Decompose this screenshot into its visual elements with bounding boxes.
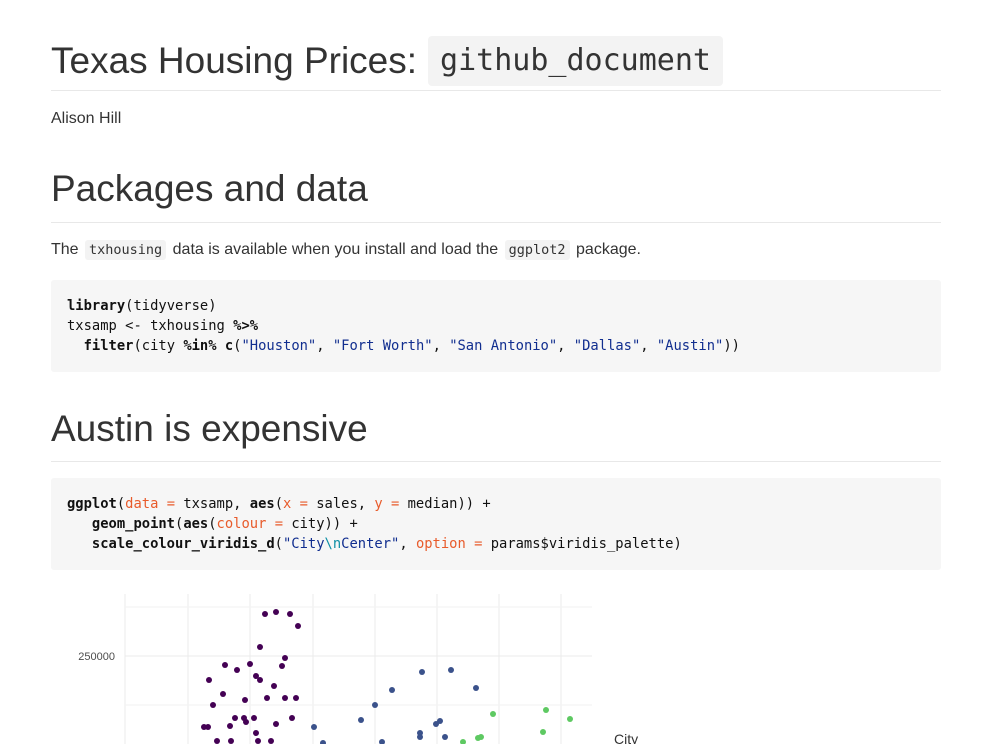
data-point bbox=[372, 702, 378, 708]
data-point bbox=[293, 695, 299, 701]
data-point bbox=[243, 719, 249, 725]
data-point bbox=[234, 667, 240, 673]
data-point bbox=[228, 738, 234, 744]
data-point bbox=[232, 715, 238, 721]
data-point bbox=[417, 734, 423, 740]
data-point bbox=[264, 695, 270, 701]
data-point bbox=[540, 729, 546, 735]
data-point bbox=[358, 717, 364, 723]
data-point bbox=[206, 677, 212, 683]
data-point bbox=[379, 739, 385, 744]
points-layer bbox=[201, 609, 573, 744]
data-point bbox=[311, 724, 317, 730]
data-point bbox=[262, 611, 268, 617]
data-point bbox=[242, 697, 248, 703]
data-point bbox=[490, 711, 496, 717]
data-point bbox=[442, 734, 448, 740]
data-point bbox=[289, 715, 295, 721]
data-point bbox=[222, 662, 228, 668]
data-point bbox=[255, 738, 261, 744]
data-point bbox=[227, 723, 233, 729]
data-point bbox=[567, 716, 573, 722]
data-point bbox=[214, 738, 220, 744]
data-point bbox=[251, 715, 257, 721]
data-point bbox=[279, 663, 285, 669]
data-point bbox=[271, 683, 277, 689]
data-point bbox=[205, 724, 211, 730]
data-point bbox=[295, 623, 301, 629]
scatter-plot: 250000 City bbox=[78, 594, 638, 744]
data-point bbox=[460, 739, 466, 744]
data-point bbox=[247, 661, 253, 667]
data-point bbox=[210, 702, 216, 708]
data-point bbox=[320, 740, 326, 744]
y-tick-label: 250000 bbox=[78, 651, 115, 663]
data-point bbox=[253, 730, 259, 736]
legend-title: City bbox=[614, 731, 638, 744]
data-point bbox=[257, 644, 263, 650]
data-point bbox=[389, 687, 395, 693]
data-point bbox=[220, 691, 226, 697]
data-point bbox=[543, 707, 549, 713]
data-point bbox=[473, 685, 479, 691]
data-point bbox=[478, 734, 484, 740]
data-point bbox=[419, 669, 425, 675]
data-point bbox=[273, 609, 279, 615]
data-point bbox=[282, 655, 288, 661]
data-point bbox=[287, 611, 293, 617]
data-point bbox=[448, 667, 454, 673]
data-point bbox=[268, 738, 274, 744]
data-point bbox=[282, 695, 288, 701]
data-point bbox=[257, 677, 263, 683]
data-point bbox=[433, 721, 439, 727]
data-point bbox=[273, 721, 279, 727]
